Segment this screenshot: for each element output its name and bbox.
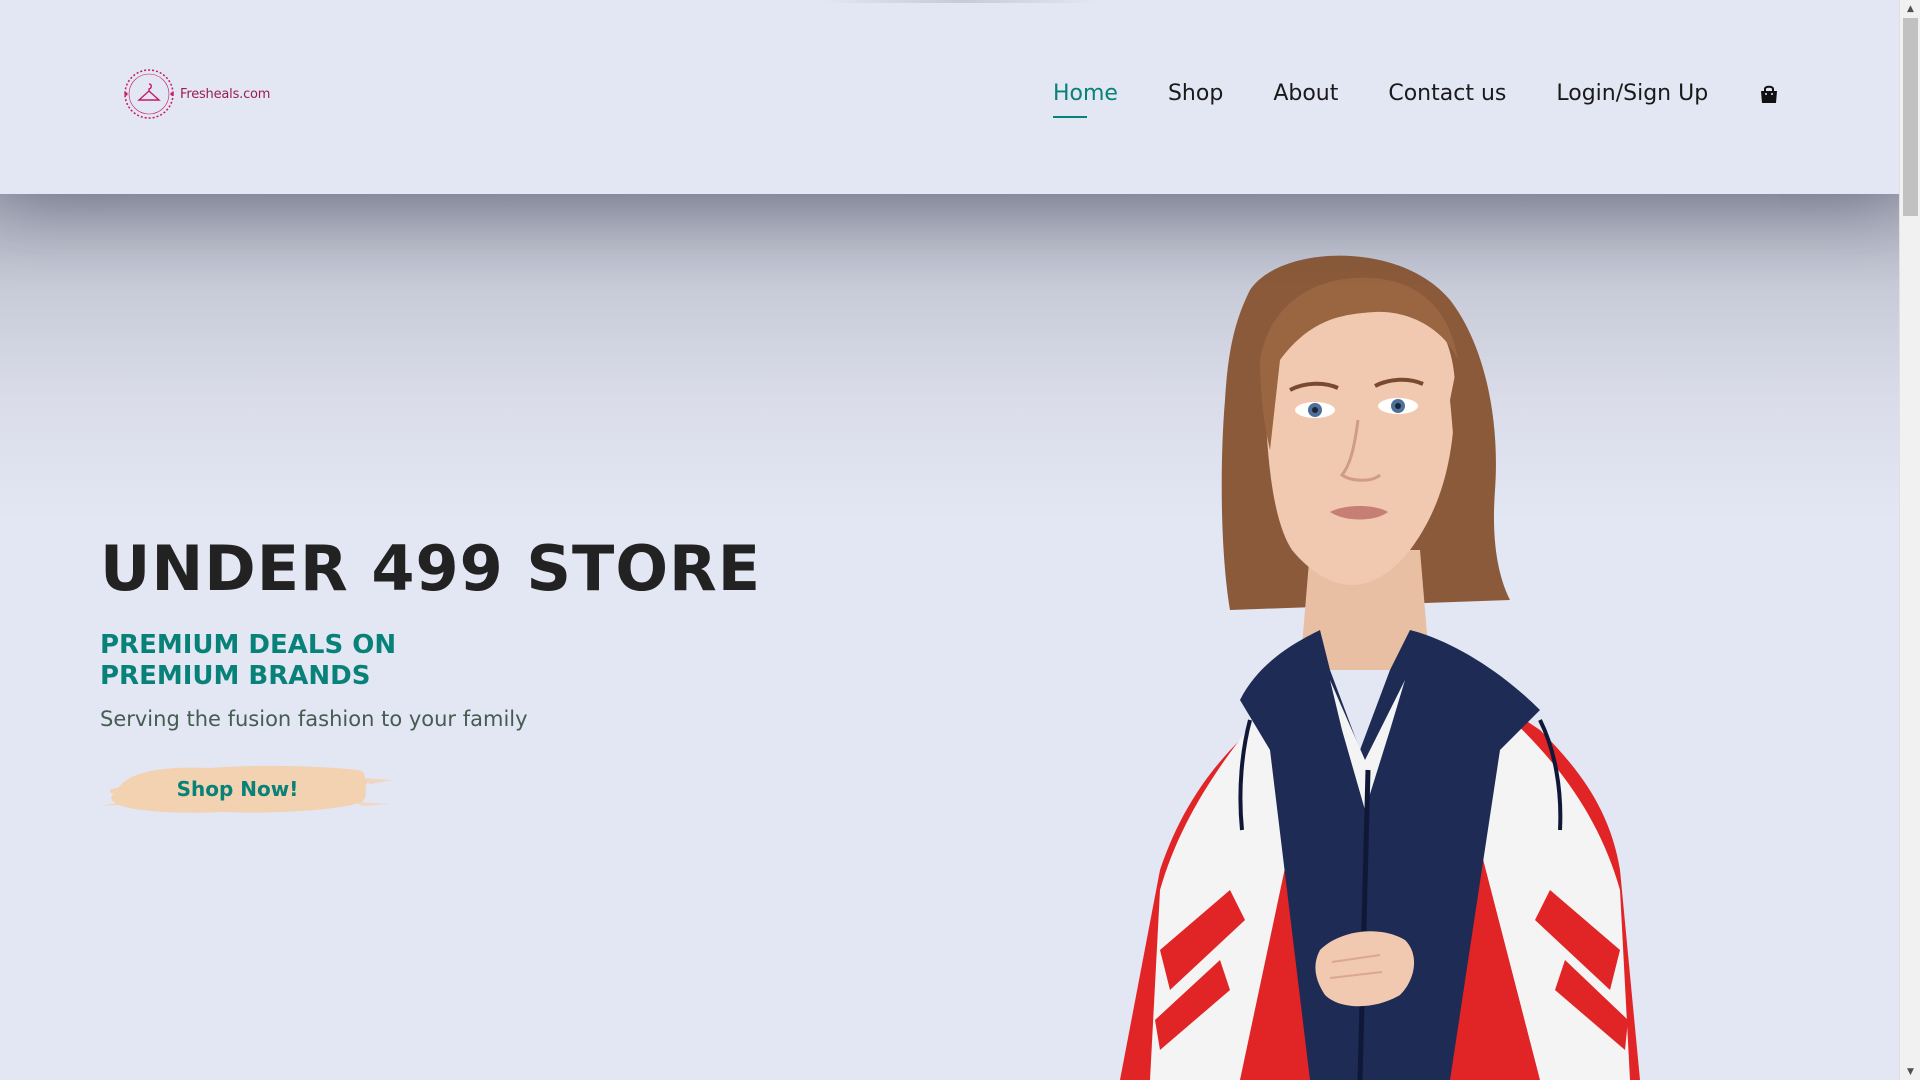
scroll-down-arrow-icon[interactable]: ▼ — [1900, 1063, 1920, 1080]
shopping-bag-icon[interactable] — [1758, 83, 1780, 105]
site-logo[interactable]: Fresheals.com — [122, 67, 270, 121]
nav-login-signup[interactable]: Login/Sign Up — [1556, 78, 1708, 110]
nav-about[interactable]: About — [1273, 78, 1338, 110]
nav-home[interactable]: Home — [1053, 78, 1118, 118]
hero-model-image — [1120, 255, 1640, 1080]
shop-now-label: Shop Now! — [176, 777, 299, 801]
hero-subtitle: PREMIUM DEALS ON PREMIUM BRANDS — [100, 630, 396, 692]
page-scrollbar[interactable]: ▲ ▼ — [1899, 0, 1920, 1080]
shop-now-button[interactable]: Shop Now! — [100, 758, 400, 820]
header-top-shadow — [820, 0, 1100, 3]
logo-text: Fresheals.com — [180, 86, 271, 102]
nav-contact-us[interactable]: Contact us — [1388, 78, 1506, 110]
hanger-logo-icon — [124, 69, 174, 119]
hero-subtitle-line-2: PREMIUM BRANDS — [100, 661, 371, 691]
hero-tagline: Serving the fusion fashion to your famil… — [100, 707, 528, 731]
hero-title: UNDER 499 STORE — [100, 532, 762, 605]
main-nav: Home Shop About Contact us Login/Sign Up — [1053, 78, 1780, 118]
hero-subtitle-line-1: PREMIUM DEALS ON — [100, 630, 397, 660]
scroll-thumb[interactable] — [1903, 18, 1918, 216]
site-header: Fresheals.com Home Shop About Contact us… — [0, 0, 1899, 194]
nav-shop[interactable]: Shop — [1168, 78, 1223, 110]
scroll-up-arrow-icon[interactable]: ▲ — [1900, 0, 1920, 17]
